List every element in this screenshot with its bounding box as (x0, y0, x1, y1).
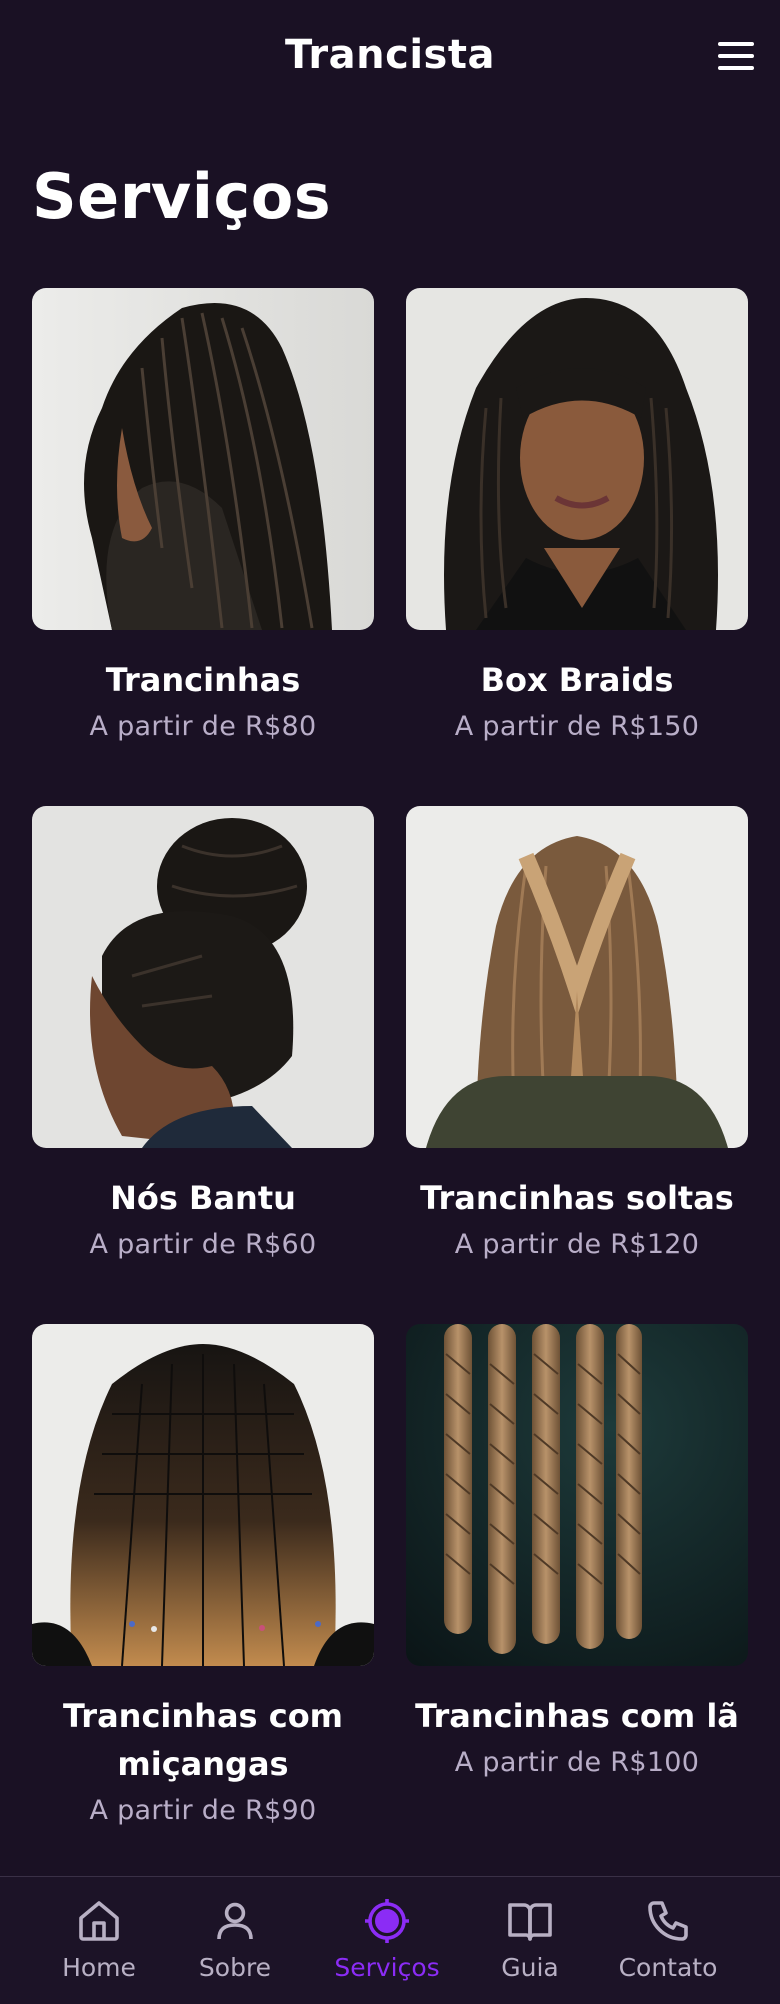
service-price: A partir de R$100 (454, 1747, 700, 1778)
service-card-nos-bantu[interactable]: Nós Bantu A partir de R$60 (32, 806, 374, 1324)
nav-label: Guia (501, 1953, 559, 1982)
nav-label: Sobre (198, 1953, 272, 1982)
service-name: Trancinhas com lã (415, 1697, 739, 1735)
service-image (32, 288, 374, 630)
nav-label: Serviços (334, 1953, 440, 1982)
hamburger-icon (718, 42, 754, 46)
top-bar: Trancista (0, 0, 780, 112)
service-card-trancinhas-micangas[interactable]: Trancinhas com miçangas A partir de R$90 (32, 1324, 374, 1826)
service-image (406, 288, 748, 630)
services-icon (365, 1899, 409, 1943)
nav-item-guia[interactable]: Guia (470, 1897, 590, 1997)
service-image (406, 1324, 748, 1666)
nav-item-contato[interactable]: Contato (608, 1897, 728, 1997)
service-image (406, 806, 748, 1148)
service-name: Trancinhas com miçangas (62, 1697, 344, 1783)
service-name: Nós Bantu (110, 1179, 296, 1217)
service-image (32, 806, 374, 1148)
service-image (32, 1324, 374, 1666)
nav-label: Contato (618, 1953, 718, 1982)
service-name: Trancinhas soltas (420, 1179, 734, 1217)
nav-item-sobre[interactable]: Sobre (175, 1897, 295, 1997)
service-price: A partir de R$80 (89, 711, 317, 742)
bottom-navigation: Home Sobre Serviços Guia Contato (0, 1876, 780, 2004)
nav-item-home[interactable]: Home (39, 1897, 159, 1997)
home-icon (79, 1901, 119, 1941)
service-card-trancinhas-soltas[interactable]: Trancinhas soltas A partir de R$120 (406, 806, 748, 1324)
service-card-trancinhas[interactable]: Trancinhas A partir de R$80 (32, 288, 374, 806)
service-card-box-braids[interactable]: Box Braids A partir de R$150 (406, 288, 748, 806)
service-price: A partir de R$90 (89, 1795, 317, 1826)
page-title: Serviços (32, 160, 332, 233)
app-title: Trancista (285, 32, 495, 78)
nav-label: Home (62, 1953, 136, 1982)
service-price: A partir de R$60 (89, 1229, 317, 1260)
service-price: A partir de R$150 (454, 711, 700, 742)
service-name: Box Braids (480, 661, 674, 699)
service-price: A partir de R$120 (454, 1229, 700, 1260)
user-icon (217, 1902, 253, 1940)
nav-item-servicos[interactable]: Serviços (327, 1897, 447, 1997)
service-card-trancinhas-la[interactable]: Trancinhas com lã A partir de R$100 (406, 1324, 748, 1824)
menu-button[interactable] (716, 38, 756, 74)
services-grid: Trancinhas A partir de R$80 Box Braids A… (32, 288, 748, 1826)
book-icon (508, 1903, 552, 1941)
service-name: Trancinhas (105, 661, 301, 699)
phone-icon (648, 1901, 688, 1941)
